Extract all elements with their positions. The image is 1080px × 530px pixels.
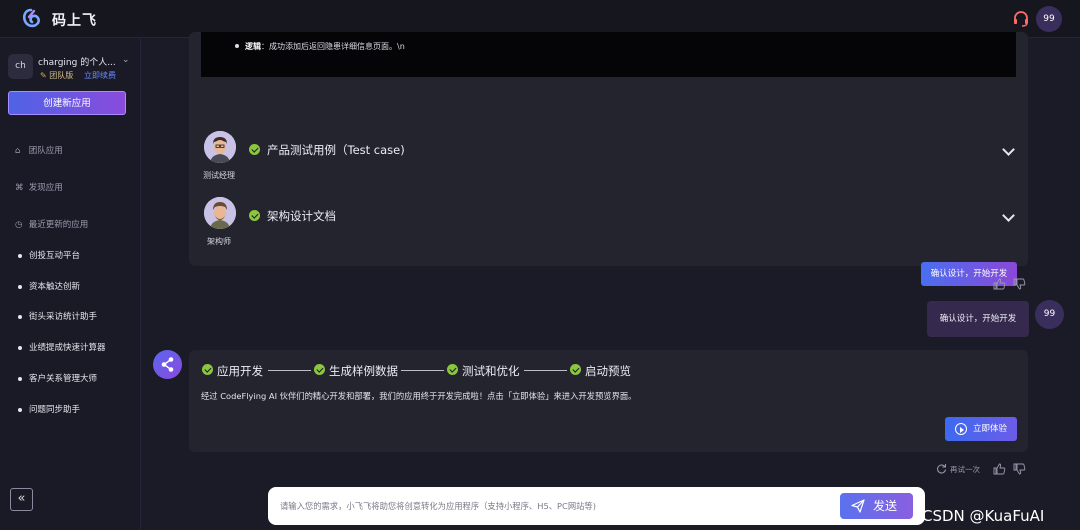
code-line: 逻辑：成功添加后返回隐患详细信息页面。\n [245, 41, 405, 52]
person-avatar-icon [204, 197, 236, 229]
recent-app-item[interactable]: 客户关系管理大师 [18, 372, 97, 384]
chat-area: 逻辑：成功添加后返回隐患详细信息页面。\n 测试经理 产品测试用例（Test c… [142, 32, 1080, 530]
test-manager-avatar [204, 131, 236, 163]
doc-title[interactable]: 架构设计文档 [267, 208, 336, 224]
thumbs-up-icon[interactable] [993, 278, 1006, 290]
refresh-icon[interactable] [936, 463, 947, 474]
check-icon [314, 364, 325, 375]
plan-badge: ✎ 团队版 [40, 70, 73, 81]
share-icon [161, 357, 174, 372]
crown-icon: ✎ [40, 71, 47, 80]
recent-app-item[interactable]: 资本触达创新 [18, 280, 80, 292]
nav-recent: ◷ 最近更新的应用 [15, 218, 88, 230]
step-label: 应用开发 [217, 364, 263, 378]
chat-input[interactable] [280, 497, 830, 515]
headset-icon[interactable] [1012, 10, 1030, 28]
nav-discover-label: 发现应用 [28, 183, 63, 193]
chevron-down-icon[interactable] [1002, 143, 1015, 156]
plan-label: 团队版 [49, 71, 74, 80]
doc-title[interactable]: 产品测试用例（Test case) [267, 142, 405, 158]
step-label: 生成样例数据 [329, 364, 398, 378]
send-button[interactable]: 发送 [840, 493, 913, 519]
send-label: 发送 [873, 499, 898, 513]
user-message-bubble: 确认设计，开始开发 [927, 301, 1029, 337]
chevron-down-icon[interactable]: ⌄ [122, 55, 130, 65]
recent-app-item[interactable]: 业绩提成快速计算器 [18, 341, 106, 353]
architect-avatar [204, 197, 236, 229]
play-icon [955, 423, 967, 435]
check-icon [249, 144, 260, 155]
home-icon: ⌂ [15, 146, 21, 156]
app-name: 码上飞 [52, 13, 97, 29]
design-docs-card: 逻辑：成功添加后返回隐患详细信息页面。\n 测试经理 产品测试用例（Test c… [189, 32, 1028, 286]
clock-icon: ◷ [15, 220, 23, 230]
try-now-label: 立即体验 [973, 424, 1008, 434]
role-name: 架构师 [207, 237, 231, 246]
command-icon: ⌘ [15, 183, 24, 193]
nav-discover[interactable]: ⌘ 发现应用 [15, 181, 63, 193]
result-card: 应用开发 生成样例数据 测试和优化 启动预览 经过 CodeFlying AI … [189, 350, 1028, 452]
user-avatar: 99 [1035, 300, 1064, 329]
try-now-button[interactable]: 立即体验 [945, 417, 1017, 441]
check-icon [202, 364, 213, 375]
user-avatar[interactable]: 99 [1036, 6, 1062, 32]
recent-app-item[interactable]: 创投互动平台 [18, 249, 80, 261]
logo-icon[interactable] [20, 8, 42, 30]
step-divider [268, 370, 311, 371]
watermark: CSDN @KuaFuAI [922, 507, 1045, 525]
code-block: 逻辑：成功添加后返回隐患详细信息页面。\n [201, 32, 1016, 77]
chevron-down-icon[interactable] [1002, 209, 1015, 222]
nav-team-apps-label: 团队应用 [28, 146, 63, 156]
step-label: 启动预览 [585, 364, 631, 378]
collapse-sidebar-button[interactable]: « [10, 488, 33, 511]
sidebar: ch charging 的个人... ⌄ ✎ 团队版 立即续费 创建新应用 ⌂ … [0, 38, 141, 530]
renew-link[interactable]: 立即续费 [84, 70, 116, 81]
retry-button[interactable]: 再试一次 [950, 464, 980, 475]
bot-avatar [153, 350, 182, 379]
chat-input-bar: 发送 [268, 487, 925, 525]
role-name: 测试经理 [203, 171, 235, 180]
code-line-text: ：成功添加后返回隐患详细信息页面。\n [261, 42, 405, 51]
check-icon [249, 210, 260, 221]
check-icon [447, 364, 458, 375]
step-label: 测试和优化 [462, 364, 520, 378]
bullet [235, 44, 239, 48]
recent-app-item[interactable]: 街头采访统计助手 [18, 310, 97, 322]
workspace-name[interactable]: charging 的个人... [38, 55, 116, 68]
step-divider [401, 370, 444, 371]
nav-recent-label: 最近更新的应用 [28, 220, 89, 230]
person-avatar-icon [204, 131, 236, 163]
nav-team-apps[interactable]: ⌂ 团队应用 [15, 144, 63, 156]
thumbs-down-icon[interactable] [1013, 278, 1026, 290]
step-divider [524, 370, 567, 371]
thumbs-down-icon[interactable] [1013, 463, 1026, 475]
result-text: 经过 CodeFlying AI 伙伴们的精心开发和部署，我们的应用终于开发完成… [201, 391, 637, 401]
create-app-button[interactable]: 创建新应用 [8, 91, 126, 115]
code-line-label: 逻辑 [245, 42, 261, 51]
send-icon [851, 499, 865, 513]
recent-app-item[interactable]: 问题同步助手 [18, 403, 80, 415]
thumbs-up-icon[interactable] [993, 463, 1006, 475]
workspace-avatar[interactable]: ch [8, 54, 33, 79]
check-icon [570, 364, 581, 375]
